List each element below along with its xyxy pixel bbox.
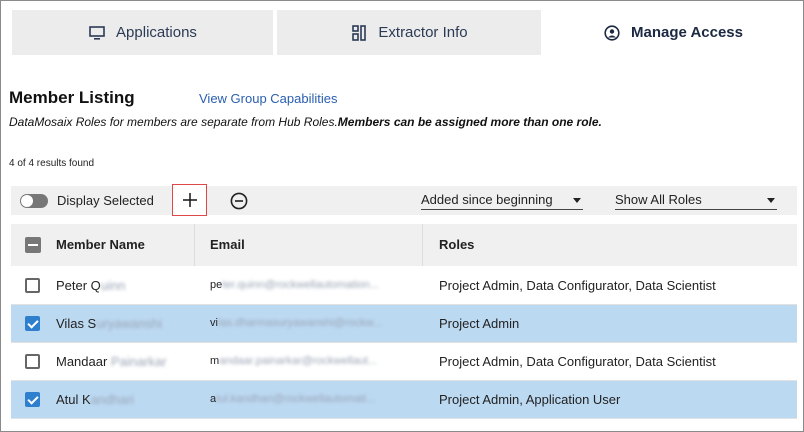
monitor-icon: [88, 24, 106, 42]
member-email-visible: pe: [210, 279, 223, 291]
tab-bar: Applications Extractor Info Manage Acces…: [1, 1, 803, 55]
page-title: Member Listing: [9, 88, 135, 107]
column-header-roles[interactable]: Roles: [439, 237, 474, 252]
row-checkbox[interactable]: [25, 316, 40, 331]
member-name: Peter Quinn: [56, 278, 125, 293]
remove-member-button[interactable]: [228, 190, 250, 212]
member-email: atul.kandhari@rockwellautomati...: [210, 393, 375, 405]
member-roles: Project Admin: [439, 316, 520, 331]
row-checkbox[interactable]: [25, 278, 40, 293]
member-email-redacted: andaar.painarkar@rockwellaut...: [219, 355, 378, 367]
member-email-redacted: las.dharmasuryawanshi@rockw...: [217, 317, 382, 329]
display-selected-toggle[interactable]: [20, 194, 48, 208]
member-email-redacted: tul.kandhari@rockwellautomati...: [216, 393, 376, 405]
date-filter-select[interactable]: Added since beginning: [421, 192, 583, 210]
column-header-email[interactable]: Email: [210, 237, 245, 252]
role-filter-select[interactable]: Show All Roles: [615, 192, 777, 210]
member-roles: Project Admin, Application User: [439, 392, 621, 407]
member-name-visible: Mandaar: [56, 354, 111, 369]
member-name-visible: Atul K: [56, 392, 91, 407]
member-email: vilas.dharmasuryawanshi@rockw...: [210, 317, 382, 329]
member-email: mandaar.painarkar@rockwellaut...: [210, 355, 377, 367]
user-circle-icon: [603, 24, 621, 42]
tab-extractor-info[interactable]: Extractor Info: [277, 10, 541, 55]
view-group-capabilities-link[interactable]: View Group Capabilities: [199, 91, 338, 106]
member-email: peter.quinn@rockwellautomation...: [210, 279, 379, 291]
member-roles: Project Admin, Data Configurator, Data S…: [439, 354, 716, 369]
add-member-button[interactable]: [172, 184, 207, 216]
member-name-redacted: Painarkar: [110, 354, 167, 369]
member-name-redacted: uinn: [100, 278, 126, 293]
role-filter-value: Show All Roles: [615, 192, 702, 207]
roles-description-bold: Members can be assigned more than one ro…: [337, 115, 602, 129]
tab-manage-access[interactable]: Manage Access: [544, 10, 802, 55]
member-name-redacted: uryawanshi: [96, 316, 162, 331]
extractor-icon: [350, 24, 368, 42]
chevron-down-icon: [573, 198, 581, 203]
row-checkbox[interactable]: [25, 392, 40, 407]
member-name-visible: Peter Q: [56, 278, 101, 293]
table-row[interactable]: Peter Quinn peter.quinn@rockwellautomati…: [11, 267, 797, 305]
table-header: Member Name Email Roles: [11, 224, 797, 266]
column-header-member-name[interactable]: Member Name: [56, 237, 145, 252]
toggle-knob: [21, 195, 33, 207]
result-count: 4 of 4 results found: [9, 158, 95, 169]
column-divider: [422, 224, 423, 266]
select-all-checkbox[interactable]: [25, 237, 41, 253]
tab-extractor-info-label: Extractor Info: [378, 24, 468, 41]
member-roles: Project Admin, Data Configurator, Data S…: [439, 278, 716, 293]
member-name-redacted: andhari: [90, 392, 135, 407]
chevron-down-icon: [767, 198, 775, 203]
row-checkbox[interactable]: [25, 354, 40, 369]
tab-applications-label: Applications: [116, 24, 197, 41]
date-filter-value: Added since beginning: [421, 192, 553, 207]
tab-manage-access-label: Manage Access: [630, 24, 743, 41]
toolbar: Display Selected Added since beginning S…: [11, 184, 797, 216]
column-divider: [194, 224, 195, 266]
member-email-visible: m: [210, 355, 220, 367]
member-name: Vilas Suryawanshi: [56, 316, 162, 331]
member-email-redacted: ter.quinn@rockwellautomation...: [222, 279, 379, 291]
table-row[interactable]: Mandaar Painarkar mandaar.painarkar@rock…: [11, 343, 797, 381]
plus-icon: [182, 193, 197, 207]
table-row[interactable]: Atul Kandhari atul.kandhari@rockwellauto…: [11, 381, 797, 419]
member-email-visible: vi: [210, 317, 218, 329]
roles-description: DataMosaix Roles for members are separat…: [9, 115, 602, 129]
member-name: Atul Kandhari: [56, 392, 134, 407]
member-name-visible: Vilas S: [56, 316, 97, 331]
table-row[interactable]: Vilas Suryawanshi vilas.dharmasuryawansh…: [11, 305, 797, 343]
minus-circle-icon: [230, 192, 248, 210]
display-selected-label: Display Selected: [57, 193, 154, 208]
member-name: Mandaar Painarkar: [56, 354, 167, 369]
tab-applications[interactable]: Applications: [12, 10, 273, 55]
roles-description-italic: DataMosaix Roles for members are separat…: [9, 115, 338, 129]
